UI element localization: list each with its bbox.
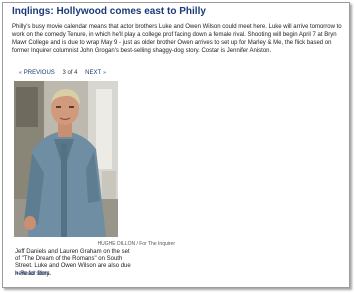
- article-title: Inqlings: Hollywood comes east to Philly: [12, 6, 206, 17]
- gallery-navigation: «PREVIOUS 3 of 4 NEXT»: [19, 70, 106, 76]
- previous-label: PREVIOUS: [23, 70, 55, 76]
- gallery-counter: 3 of 4: [62, 70, 78, 76]
- read-story-label: Read story: [20, 271, 50, 277]
- photo-image: [14, 81, 118, 237]
- read-story-link[interactable]: » Read story: [15, 271, 49, 277]
- article-panel: Inqlings: Hollywood comes east to Philly…: [2, 2, 350, 288]
- gallery-photo[interactable]: [14, 81, 118, 237]
- chevron-left-icon: «: [19, 70, 22, 76]
- chevron-right-icon: »: [103, 70, 106, 76]
- next-label: NEXT: [85, 70, 102, 76]
- previous-link[interactable]: «PREVIOUS: [19, 70, 55, 76]
- next-link[interactable]: NEXT»: [85, 70, 106, 76]
- photo-credit: HUGHE DILLON / For The Inquirer: [97, 241, 175, 247]
- article-body: Philly's busy movie calendar means that …: [12, 24, 342, 55]
- arrow-right-icon: »: [15, 271, 19, 277]
